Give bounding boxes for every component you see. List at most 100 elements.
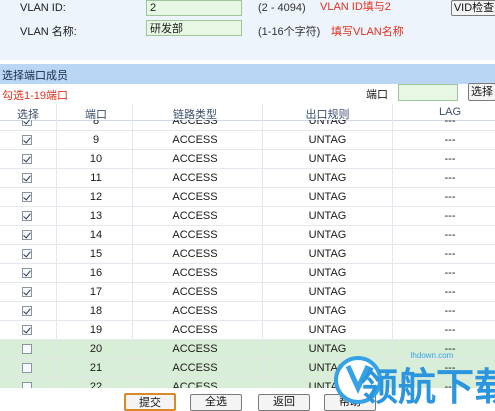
cell-port: 22: [89, 381, 103, 388]
cell-lag: ---: [444, 286, 456, 298]
cell-link-type: ACCESS: [172, 381, 218, 388]
cell-egress-rule: UNTAG: [308, 120, 347, 127]
cell-port: 20: [89, 343, 103, 355]
cell-port: 17: [89, 286, 103, 298]
cell-link-type: ACCESS: [172, 153, 218, 165]
cell-egress-rule: UNTAG: [308, 286, 347, 298]
watermark-site: lhdown.com: [411, 351, 454, 360]
cell-lag: ---: [444, 248, 456, 260]
vlan-id-label: VLAN ID:: [20, 2, 66, 14]
row-checkbox[interactable]: [22, 154, 32, 164]
cell-lag: ---: [444, 305, 456, 317]
cell-lag: ---: [444, 134, 456, 146]
cell-port: 14: [89, 229, 103, 241]
watermark-text: 领航下载: [360, 365, 495, 409]
cell-egress-rule: UNTAG: [308, 248, 347, 260]
cell-port: 13: [89, 210, 103, 222]
table-row: 17 ACCESS UNTAG ---: [0, 283, 495, 302]
cell-port: 12: [89, 191, 103, 203]
cell-lag: ---: [444, 267, 456, 279]
cell-lag: ---: [444, 210, 456, 222]
cell-link-type: ACCESS: [172, 248, 218, 260]
cell-egress-rule: UNTAG: [308, 210, 347, 222]
cell-lag: ---: [444, 153, 456, 165]
table-row: 13 ACCESS UNTAG ---: [0, 207, 495, 226]
port-label: 端口: [366, 89, 388, 101]
select-button[interactable]: 选择: [468, 83, 495, 101]
divider: [262, 104, 263, 388]
cell-port: 16: [89, 267, 103, 279]
cell-port: 18: [89, 305, 103, 317]
vlan-id-input[interactable]: [146, 0, 242, 16]
cell-link-type: ACCESS: [172, 343, 218, 355]
port-input[interactable]: [398, 84, 458, 101]
cell-lag: ---: [444, 324, 456, 336]
vlan-name-input[interactable]: [146, 20, 242, 36]
cell-link-type: ACCESS: [172, 267, 218, 279]
cell-port: 9: [92, 134, 100, 146]
select-note: 勾选1-19端口: [2, 90, 69, 102]
cell-link-type: ACCESS: [172, 305, 218, 317]
vlan-name-label: VLAN 名称:: [20, 26, 77, 38]
submit-button[interactable]: 提交: [124, 393, 176, 411]
cell-link-type: ACCESS: [172, 210, 218, 222]
back-button[interactable]: 返回: [258, 394, 310, 411]
vlan-name-note: 填写VLAN名称: [331, 26, 404, 38]
row-checkbox[interactable]: [22, 120, 32, 126]
cell-egress-rule: UNTAG: [308, 172, 347, 184]
table-row: 12 ACCESS UNTAG ---: [0, 188, 495, 207]
cell-port: 8: [92, 120, 100, 127]
vid-check-button[interactable]: VID检查: [451, 0, 495, 16]
cell-lag: ---: [444, 172, 456, 184]
divider: [56, 104, 57, 388]
cell-link-type: ACCESS: [172, 324, 218, 336]
cell-egress-rule: UNTAG: [308, 229, 347, 241]
cell-lag: ---: [444, 191, 456, 203]
vlan-id-note: VLAN ID填与2: [320, 1, 391, 13]
cell-egress-rule: UNTAG: [308, 267, 347, 279]
row-checkbox[interactable]: [22, 306, 32, 316]
cell-egress-rule: UNTAG: [308, 134, 347, 146]
cell-link-type: ACCESS: [172, 134, 218, 146]
table-row: 9 ACCESS UNTAG ---: [0, 131, 495, 150]
cell-port: 21: [89, 362, 103, 374]
row-checkbox[interactable]: [22, 135, 32, 145]
cell-port: 15: [89, 248, 103, 260]
row-checkbox[interactable]: [22, 173, 32, 183]
cell-port: 19: [89, 324, 103, 336]
row-checkbox[interactable]: [22, 249, 32, 259]
cell-egress-rule: UNTAG: [308, 191, 347, 203]
row-checkbox[interactable]: [22, 325, 32, 335]
row-checkbox[interactable]: [22, 363, 32, 373]
table-row: 15 ACCESS UNTAG ---: [0, 245, 495, 264]
row-checkbox[interactable]: [22, 230, 32, 240]
cell-link-type: ACCESS: [172, 172, 218, 184]
cell-lag: ---: [444, 120, 456, 127]
cell-egress-rule: UNTAG: [308, 305, 347, 317]
cell-egress-rule: UNTAG: [308, 153, 347, 165]
cell-link-type: ACCESS: [172, 362, 218, 374]
table-row: 8 ACCESS UNTAG ---: [0, 120, 495, 131]
row-checkbox[interactable]: [22, 192, 32, 202]
row-checkbox[interactable]: [22, 344, 32, 354]
table-row: 16 ACCESS UNTAG ---: [0, 264, 495, 283]
col-lag: LAG: [438, 106, 461, 118]
cell-lag: ---: [444, 229, 456, 241]
vlan-id-range: (2 - 4094): [258, 2, 306, 14]
cell-port: 11: [90, 172, 102, 184]
cell-link-type: ACCESS: [172, 120, 218, 127]
port-members-header: 选择端口成员: [0, 64, 495, 84]
row-checkbox[interactable]: [22, 287, 32, 297]
watermark-logo: lhdown.com 领航下载: [334, 351, 495, 409]
divider: [132, 104, 133, 388]
port-members-title: 选择端口成员: [2, 70, 68, 82]
row-checkbox[interactable]: [22, 268, 32, 278]
cell-egress-rule: UNTAG: [308, 324, 347, 336]
cell-link-type: ACCESS: [172, 191, 218, 203]
select-all-button[interactable]: 全选: [190, 394, 242, 411]
table-row: 18 ACCESS UNTAG ---: [0, 302, 495, 321]
table-row: 10 ACCESS UNTAG ---: [0, 150, 495, 169]
row-checkbox[interactable]: [22, 211, 32, 221]
cell-port: 10: [89, 153, 103, 165]
vlan-name-range: (1-16个字符): [258, 26, 321, 38]
